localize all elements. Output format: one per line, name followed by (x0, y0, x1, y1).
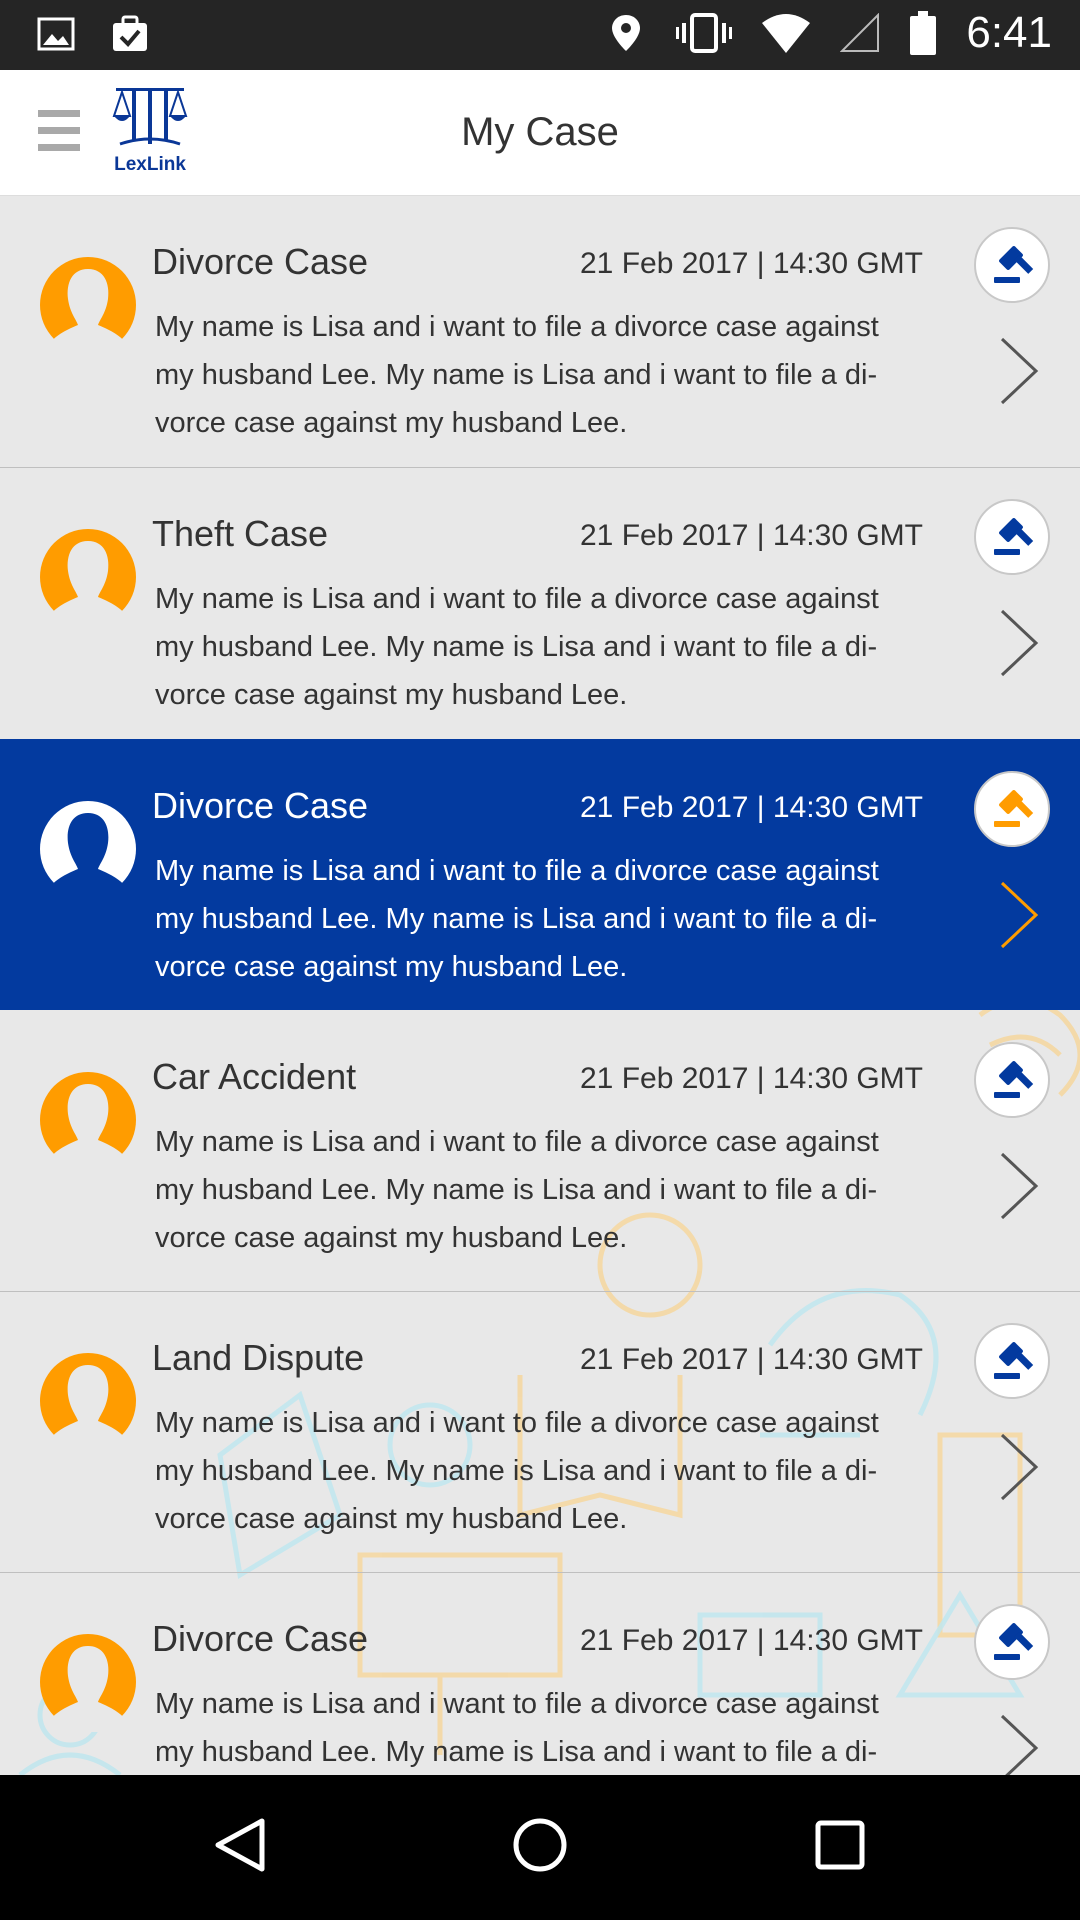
lexlink-logo: LexLink (112, 84, 188, 175)
gavel-icon (994, 518, 1034, 555)
user-avatar-icon (40, 1634, 136, 1732)
recents-icon[interactable] (810, 1815, 870, 1875)
gavel-icon (994, 1623, 1034, 1660)
gavel-button[interactable] (974, 227, 1050, 303)
image-icon (37, 17, 75, 51)
case-date: 21 Feb 2017 | 14:30 GMT (580, 247, 923, 280)
case-date: 21 Feb 2017 | 14:30 GMT (580, 791, 923, 824)
vibrate-icon (676, 13, 733, 53)
case-description: My name is Lisa and i want to file a div… (155, 855, 879, 983)
user-avatar-icon (40, 1353, 136, 1451)
case-title: Divorce Case (152, 241, 369, 282)
case-list-item[interactable]: Theft Case 21 Feb 2017 | 14:30 GMT My na… (0, 467, 1080, 740)
case-list-item[interactable]: Land Dispute 21 Feb 2017 | 14:30 GMT My … (0, 1291, 1080, 1573)
case-description: My name is Lisa and i want to file a div… (155, 1126, 879, 1254)
wifi-icon (762, 14, 811, 53)
clipboard-check-icon (113, 15, 147, 51)
user-avatar-icon (40, 801, 136, 899)
case-list-item[interactable]: Divorce Case 21 Feb 2017 | 14:30 GMT My … (0, 1572, 1080, 1775)
case-title: Land Dispute (152, 1337, 365, 1378)
case-list-item[interactable]: Divorce Case 21 Feb 2017 | 14:30 GMT My … (0, 739, 1080, 1010)
gavel-button[interactable] (974, 499, 1050, 575)
gavel-button[interactable] (974, 1042, 1050, 1118)
case-list-item[interactable]: Car Accident 21 Feb 2017 | 14:30 GMT My … (0, 1010, 1080, 1292)
hamburger-icon[interactable] (38, 110, 80, 152)
chevron-right-icon[interactable] (996, 1431, 1042, 1503)
battery-icon (910, 11, 937, 55)
case-date: 21 Feb 2017 | 14:30 GMT (580, 519, 923, 552)
gavel-icon (994, 1342, 1034, 1379)
gavel-button[interactable] (974, 1604, 1050, 1680)
gavel-button[interactable] (974, 771, 1050, 847)
app-header: My Case LexLink (0, 70, 1080, 196)
scales-logo-icon (112, 88, 188, 146)
chevron-right-icon[interactable] (996, 1150, 1042, 1222)
case-description: My name is Lisa and i want to file a div… (155, 583, 879, 711)
chevron-right-icon[interactable] (996, 335, 1042, 407)
logo-text: LexLink (114, 154, 186, 175)
chevron-right-icon[interactable] (996, 1712, 1042, 1775)
status-bar: 6:41 (0, 0, 1080, 70)
signal-icon (840, 13, 880, 52)
gavel-icon (994, 1061, 1034, 1098)
case-title: Divorce Case (152, 1618, 369, 1659)
user-avatar-icon (40, 1072, 136, 1170)
case-title: Car Accident (152, 1056, 357, 1097)
gavel-button[interactable] (974, 1323, 1050, 1399)
navigation-bar (0, 1775, 1080, 1920)
user-avatar-icon (40, 529, 136, 627)
case-list[interactable]: Divorce Case 21 Feb 2017 | 14:30 GMT My … (0, 195, 1080, 1775)
case-title: Divorce Case (152, 785, 369, 826)
case-list-item[interactable]: Divorce Case 21 Feb 2017 | 14:30 GMT My … (0, 195, 1080, 468)
chevron-right-icon[interactable] (996, 607, 1042, 679)
case-description: My name is Lisa and i want to file a div… (155, 311, 879, 439)
user-avatar-icon (40, 257, 136, 355)
case-date: 21 Feb 2017 | 14:30 GMT (580, 1343, 923, 1376)
status-time: 6:41 (966, 8, 1052, 57)
case-description: My name is Lisa and i want to file a div… (155, 1407, 879, 1535)
location-icon (612, 15, 641, 51)
case-date: 21 Feb 2017 | 14:30 GMT (580, 1624, 923, 1657)
gavel-icon (994, 790, 1034, 827)
case-title: Theft Case (152, 513, 329, 554)
back-icon[interactable] (210, 1815, 270, 1875)
home-icon[interactable] (510, 1815, 570, 1875)
chevron-right-icon[interactable] (996, 879, 1042, 951)
gavel-icon (994, 246, 1034, 283)
case-description: My name is Lisa and i want to file a div… (155, 1688, 879, 1768)
case-date: 21 Feb 2017 | 14:30 GMT (580, 1062, 923, 1095)
